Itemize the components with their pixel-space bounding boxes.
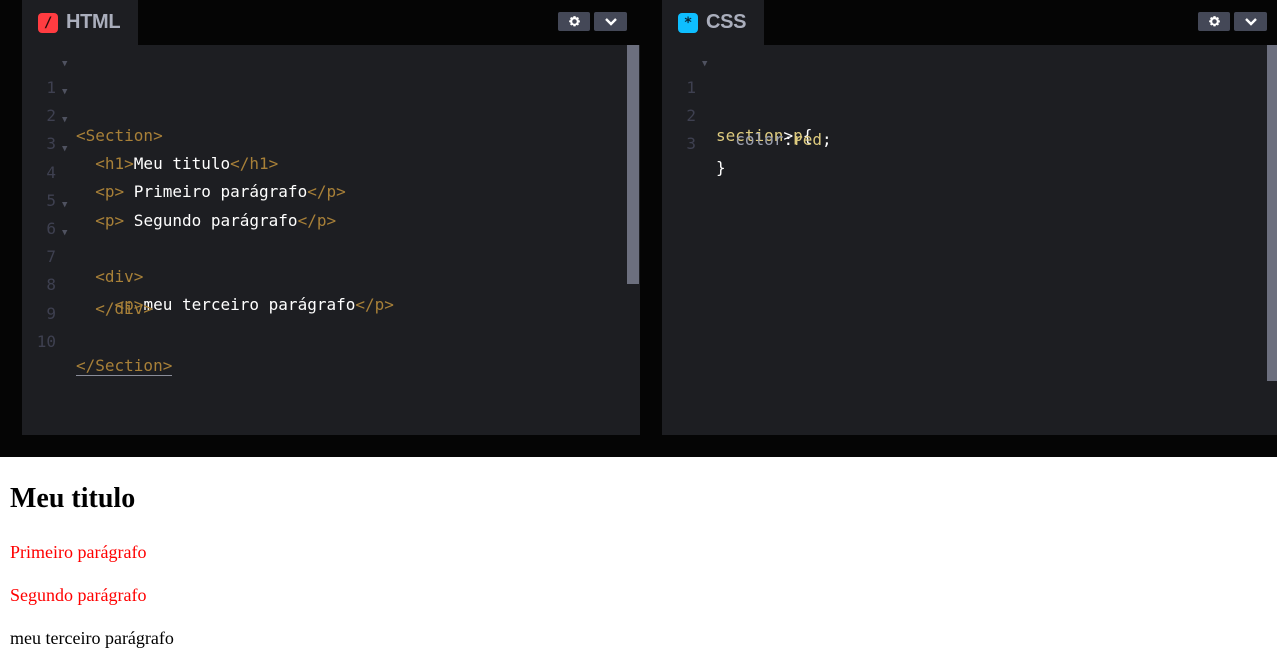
gear-icon	[1208, 16, 1220, 27]
chevron-down-icon	[604, 17, 617, 26]
code-line: 2 color:red;	[662, 80, 1277, 149]
fold-arrow-icon[interactable]: ▼	[62, 137, 67, 161]
preview-paragraph-3: meu terceiro parágrafo	[10, 628, 174, 648]
css-editor-panel: * CSS 1 ▼ section>p{2 color:red; 3}	[662, 0, 1277, 435]
fold-arrow-icon[interactable]: ▼	[62, 80, 67, 104]
code-line: 5	[22, 165, 640, 210]
editor-area: / HTML 1 ▼ <Section> 2 ▼ <h1>Meu titulo<…	[0, 0, 1277, 435]
code-line: 1 ▼ section>p{	[662, 52, 1277, 145]
css-scrollbar[interactable]	[1267, 45, 1277, 381]
tab-css[interactable]: * CSS	[662, 0, 765, 45]
preview-paragraph-2: Segundo parágrafo	[10, 585, 147, 605]
html-editor-panel: / HTML 1 ▼ <Section> 2 ▼ <h1>Meu titulo<…	[22, 0, 640, 435]
css-settings-button[interactable]	[1198, 12, 1230, 31]
code-line: 6 ▼ <div>	[22, 193, 640, 286]
fold-arrow-icon[interactable]: ▼	[702, 52, 707, 76]
preview-heading: Meu titulo	[10, 483, 136, 514]
preview-paragraph-1: Primeiro parágrafo	[10, 542, 147, 562]
code-line: 9	[22, 278, 640, 323]
code-token: }	[716, 158, 726, 178]
fold-arrow-icon[interactable]: ▼	[62, 108, 67, 132]
code-line: 3 ▼ <p> Primeiro parágrafo</p>	[22, 108, 640, 201]
fold-arrow-icon[interactable]: ▼	[62, 221, 67, 245]
result-preview: Meu titulo Primeiro parágrafo Segundo pa…	[0, 457, 1277, 652]
tab-css-label: CSS	[706, 11, 747, 33]
tab-html-label: HTML	[66, 11, 121, 33]
html-logo-icon: /	[38, 12, 58, 33]
html-panel-header: / HTML	[22, 0, 640, 45]
fold-arrow-icon[interactable]: ▼	[62, 193, 67, 217]
code-line: 8 </div>	[22, 249, 640, 318]
fold-arrow-icon[interactable]: ▼	[62, 52, 67, 76]
css-collapse-button[interactable]	[1234, 12, 1267, 31]
css-logo-icon: *	[678, 12, 698, 33]
line-number: 3	[686, 134, 696, 154]
css-panel-header: * CSS	[662, 0, 1277, 45]
code-line: 7 ▼ <p>meu terceiro parágrafo</p>	[22, 221, 640, 314]
panel-resizer[interactable]	[640, 0, 662, 435]
css-code-editor[interactable]: 1 ▼ section>p{ 2 color:red; 3 }	[662, 45, 1277, 435]
code-line: 4 ▼ <p> Segundo parágrafo</p>	[22, 137, 640, 230]
html-collapse-button[interactable]	[594, 12, 627, 31]
html-scrollbar[interactable]	[627, 45, 639, 284]
html-settings-button[interactable]	[558, 12, 590, 31]
code-line: 1 ▼ <Section>	[22, 52, 640, 145]
html-code-editor[interactable]: 1 ▼ <Section> 2 ▼ <h1>Meu titulo</h1> 3 …	[22, 45, 640, 435]
code-line: 3 }	[662, 108, 1277, 177]
tab-html[interactable]: / HTML	[22, 0, 139, 45]
chevron-down-icon	[1244, 17, 1257, 26]
left-edge	[0, 0, 22, 435]
preview-resizer[interactable]	[0, 435, 1277, 457]
gear-icon	[568, 16, 580, 27]
code-token: </Section>	[76, 355, 173, 376]
line-number: 10	[36, 331, 56, 351]
code-line: 2 ▼ <h1>Meu titulo</h1>	[22, 80, 640, 173]
code-line: 10 </Section>	[22, 306, 640, 376]
